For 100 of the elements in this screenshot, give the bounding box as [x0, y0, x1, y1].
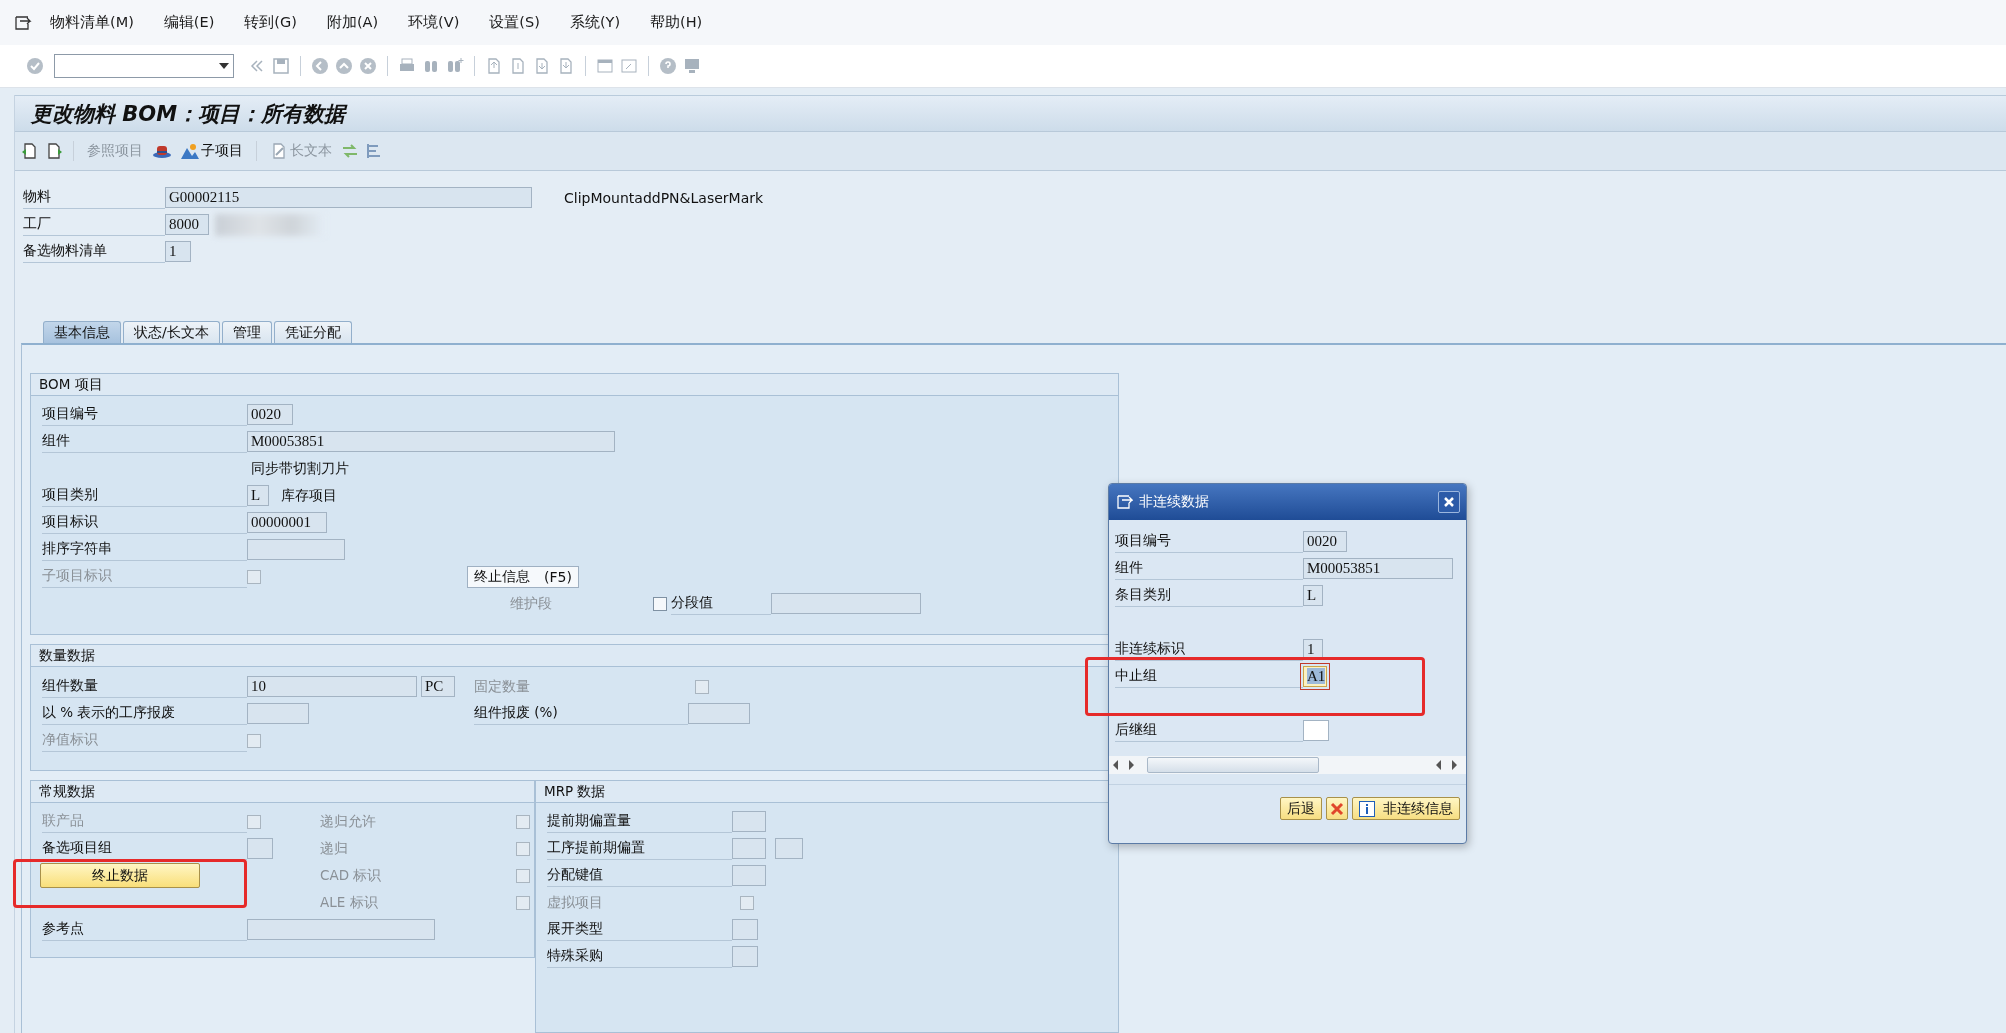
field-label: 非连续标识 [1115, 638, 1303, 661]
field-label: 组件报废 (%) [474, 702, 688, 725]
help-icon[interactable] [659, 57, 677, 75]
input-field[interactable] [247, 703, 309, 724]
next-page-icon[interactable] [533, 57, 551, 75]
field-label: ALE 标识 [320, 892, 379, 912]
input-field[interactable]: 00000001 [247, 512, 327, 533]
category-description: 库存项目 [281, 486, 337, 505]
input-field[interactable]: 0020 [247, 404, 293, 425]
field-label: 项目编号 [1115, 530, 1303, 553]
input-field[interactable]: M00053851 [1303, 558, 1453, 579]
tab[interactable]: 状态/长文本 [123, 321, 220, 343]
input-field[interactable] [688, 703, 750, 724]
toolbar-button[interactable]: 子项目 [178, 142, 246, 160]
field-label: 排序字符串 [42, 538, 247, 561]
menu-item[interactable]: 帮助(H) [650, 13, 703, 32]
input-field[interactable] [732, 919, 758, 940]
tab[interactable]: 基本信息 [43, 321, 121, 343]
window-icon[interactable] [596, 57, 614, 75]
field-label: 项目类别 [42, 484, 247, 507]
command-field[interactable] [54, 54, 234, 78]
dialog-title: 非连续数据 [1139, 493, 1210, 511]
cancel-button[interactable] [1326, 797, 1348, 820]
mountain-icon [181, 142, 199, 160]
input-field[interactable]: 10 [247, 676, 417, 697]
up-icon[interactable] [335, 57, 353, 75]
back-icon[interactable] [311, 57, 329, 75]
close-button[interactable] [1438, 491, 1460, 513]
close-icon [1443, 496, 1455, 508]
first-page-icon[interactable] [485, 57, 503, 75]
input-field[interactable] [732, 838, 766, 859]
group-title: 常规数据 [39, 782, 95, 801]
menu-icon[interactable] [14, 14, 32, 31]
caret-icon[interactable] [219, 63, 229, 69]
cancel-icon[interactable] [359, 57, 377, 75]
input-field[interactable]: 0020 [1303, 531, 1347, 552]
menu-item[interactable]: 编辑(E) [163, 13, 215, 32]
menu-item[interactable]: 系统(Y) [569, 13, 621, 32]
menu-item[interactable]: 设置(S) [489, 13, 540, 32]
tab[interactable]: 凭证分配 [273, 321, 352, 343]
field-label: 维护段 [510, 594, 552, 613]
field-label: 子项目标识 [42, 565, 247, 588]
screen-title: 更改物料 BOM：项目：所有数据 [31, 100, 346, 128]
field-label: 虚拟项目 [547, 892, 604, 912]
field-label: 组件 [42, 430, 247, 453]
input-field[interactable] [732, 811, 766, 832]
field-label: 项目标识 [42, 511, 247, 534]
input-field[interactable]: 1 [165, 241, 191, 262]
monitor-icon[interactable] [683, 57, 701, 75]
discontinuation-data-button[interactable]: 终止数据 [40, 863, 200, 888]
field-label: 提前期偏置量 [547, 810, 732, 833]
field-label: 工序提前期偏置 [547, 837, 732, 860]
structure-icon[interactable] [365, 142, 383, 160]
window-menu-icon[interactable] [1117, 495, 1133, 509]
menu-item[interactable]: 环境(V) [408, 13, 460, 32]
input-field[interactable]: M00053851 [247, 431, 615, 452]
save-icon[interactable] [272, 57, 290, 75]
input-field[interactable]: PC [421, 676, 455, 697]
input-field[interactable] [247, 838, 273, 859]
field-label: 以 % 表示的工序报废 [42, 702, 247, 725]
document-icon[interactable] [45, 142, 63, 160]
input-field[interactable] [1303, 720, 1329, 741]
input-field[interactable] [247, 919, 435, 940]
input-field[interactable]: L [1303, 585, 1323, 606]
field-label: CAD 标识 [320, 865, 383, 885]
input-field[interactable] [775, 838, 803, 859]
menu-item[interactable]: 附加(A) [326, 13, 379, 32]
input-field[interactable]: 8000 [165, 214, 209, 235]
field-label: 递归允许 [320, 811, 377, 831]
document-icon[interactable] [21, 142, 39, 160]
menu-item[interactable]: 物料清单(M) [50, 13, 134, 32]
confirm-icon[interactable] [26, 57, 44, 75]
input-field[interactable]: A1 [1303, 666, 1327, 687]
field-label: 固定数量 [474, 676, 531, 696]
group-title: 数量数据 [39, 646, 95, 665]
discontinuation-info-button[interactable]: 非连续信息 [1352, 797, 1460, 820]
field-label: 项目编号 [42, 403, 247, 426]
field-label: 后继组 [1115, 719, 1303, 742]
input-field[interactable]: G00002115 [165, 187, 532, 208]
tab[interactable]: 管理 [221, 321, 272, 343]
input-field[interactable] [732, 946, 758, 967]
field-label: 组件 [1115, 557, 1303, 580]
menu-item[interactable]: 转到(G) [244, 13, 297, 32]
input-field[interactable] [247, 539, 345, 560]
field-label: 特殊采购 [547, 945, 732, 968]
input-field[interactable] [732, 865, 766, 886]
back-button[interactable]: 后退 [1280, 797, 1322, 820]
arrows-icon[interactable] [341, 142, 359, 160]
input-field[interactable]: L [247, 485, 269, 506]
binoculars-plus-icon[interactable] [446, 57, 464, 75]
window-icon[interactable] [620, 57, 638, 75]
checkbox[interactable] [653, 596, 667, 611]
scrollbar[interactable] [1109, 756, 1466, 774]
input-field[interactable] [771, 593, 921, 614]
discontinuation-info-button[interactable]: 终止信息 (F5) [467, 565, 579, 588]
pencil-document-icon [270, 142, 288, 160]
info-icon [1359, 800, 1375, 817]
last-page-icon[interactable] [557, 57, 575, 75]
field-label: 参考点 [42, 918, 247, 941]
field-label: 联产品 [42, 810, 247, 833]
